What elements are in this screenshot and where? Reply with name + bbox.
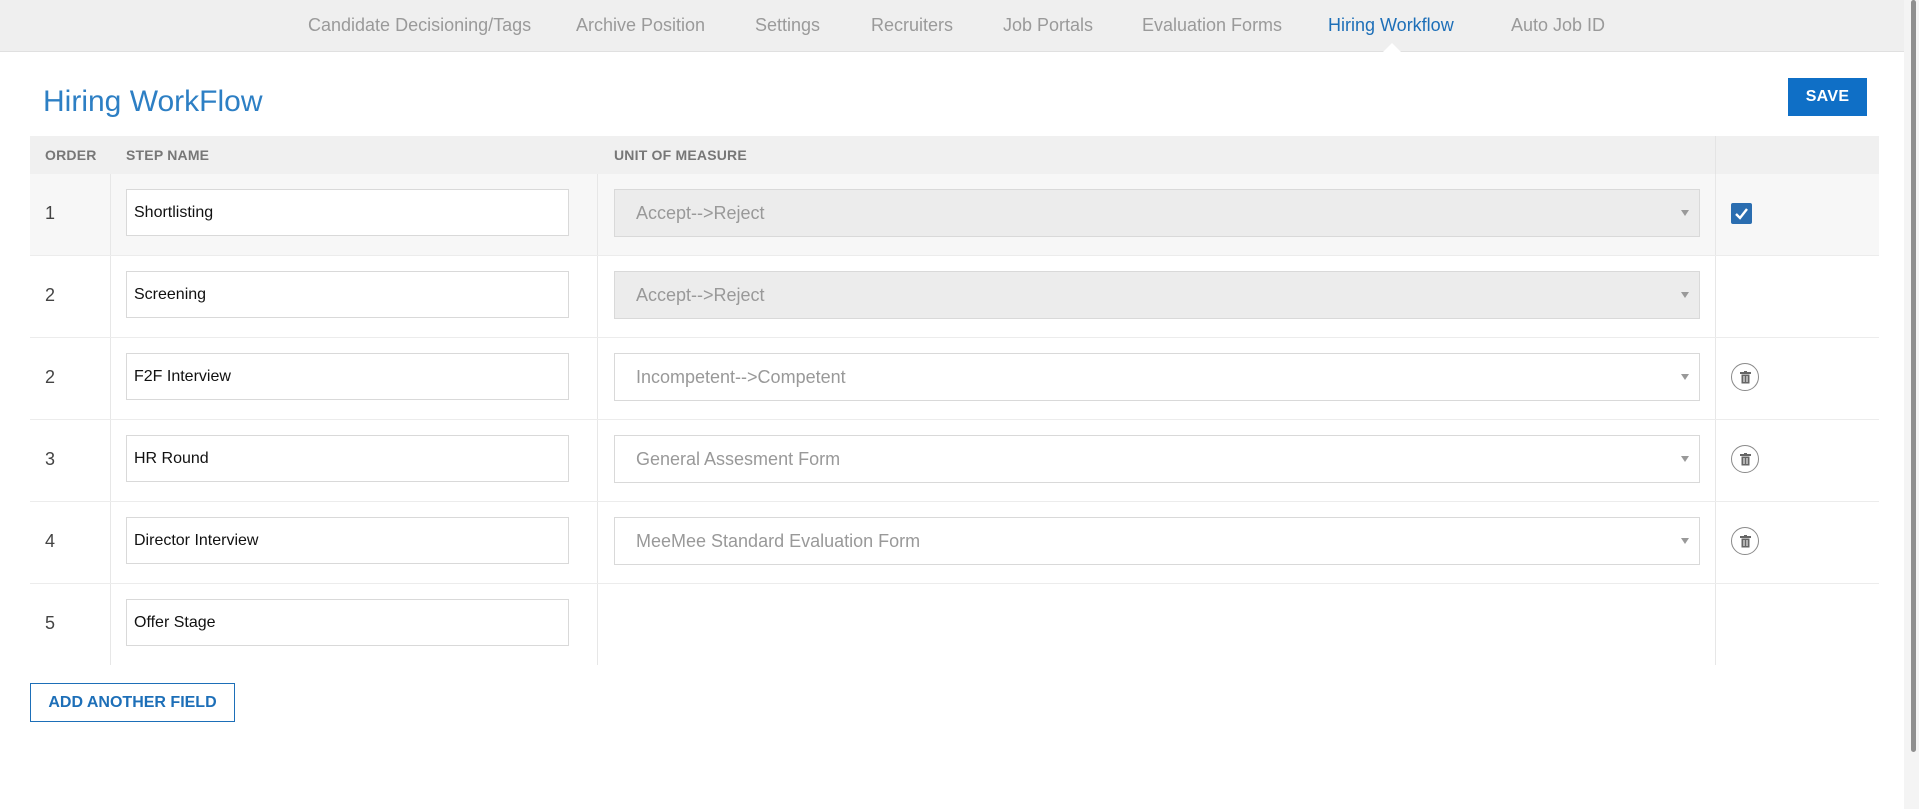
page-title: Hiring WorkFlow [43, 85, 263, 118]
table-row: 5 [30, 584, 1879, 665]
unit-of-measure-select[interactable]: Accept-->Reject [614, 189, 1700, 237]
step-name-input[interactable] [126, 599, 569, 646]
step-order: 3 [45, 449, 56, 469]
tab-evaluation-forms[interactable]: Evaluation Forms [1142, 14, 1282, 36]
unit-of-measure-select[interactable]: Accept-->Reject [614, 271, 1700, 319]
scrollbar-thumb[interactable] [1911, 0, 1916, 752]
step-order: 5 [45, 613, 56, 633]
column-divider [597, 502, 598, 583]
column-divider [1715, 338, 1716, 419]
tab-recruiters[interactable]: Recruiters [871, 14, 953, 36]
step-name-input[interactable] [126, 189, 569, 236]
column-header-order: ORDER [45, 147, 97, 163]
table-row: 4 MeeMee Standard Evaluation Form [30, 502, 1879, 584]
table-row: 2 Accept-->Reject [30, 256, 1879, 338]
column-divider [110, 420, 111, 501]
chevron-down-icon [1681, 538, 1689, 544]
unit-of-measure-select[interactable]: General Assesment Form [614, 435, 1700, 483]
column-divider [1715, 136, 1716, 174]
step-enabled-checkbox[interactable] [1731, 203, 1752, 224]
trash-icon [1740, 453, 1751, 466]
unit-of-measure-value: General Assesment Form [636, 449, 841, 469]
step-name-input[interactable] [126, 517, 569, 564]
step-name-input[interactable] [126, 353, 569, 400]
trash-icon [1740, 371, 1751, 384]
column-divider [1715, 174, 1716, 255]
settings-tabs: Candidate Decisioning/Tags Archive Posit… [0, 0, 1919, 51]
settings-top-nav: Candidate Decisioning/Tags Archive Posit… [0, 0, 1919, 52]
check-icon [1735, 208, 1748, 220]
column-divider [597, 420, 598, 501]
column-header-unit-of-measure: UNIT OF MEASURE [614, 147, 747, 163]
step-name-input[interactable] [126, 435, 569, 482]
tab-auto-job-id[interactable]: Auto Job ID [1511, 14, 1605, 36]
unit-of-measure-value: Incompetent-->Competent [636, 367, 846, 387]
hiring-workflow-table: ORDER STEP NAME UNIT OF MEASURE 1 Accept… [30, 136, 1879, 665]
chevron-down-icon [1681, 374, 1689, 380]
active-tab-indicator [1383, 43, 1401, 52]
tab-candidate-decisioning-tags[interactable]: Candidate Decisioning/Tags [308, 14, 531, 36]
table-row: 1 Accept-->Reject [30, 174, 1879, 256]
table-row: 2 Incompetent-->Competent [30, 338, 1879, 420]
unit-of-measure-value: Accept-->Reject [636, 285, 765, 305]
unit-of-measure-select[interactable]: MeeMee Standard Evaluation Form [614, 517, 1700, 565]
column-divider [1715, 502, 1716, 583]
delete-step-button[interactable] [1731, 363, 1759, 391]
step-order: 2 [45, 367, 56, 387]
tab-archive-position[interactable]: Archive Position [576, 14, 705, 36]
column-divider [597, 584, 598, 665]
delete-step-button[interactable] [1731, 445, 1759, 473]
column-divider [110, 584, 111, 665]
column-divider [597, 256, 598, 337]
tab-job-portals[interactable]: Job Portals [1003, 14, 1093, 36]
tab-settings[interactable]: Settings [755, 14, 820, 36]
step-order: 2 [45, 285, 56, 305]
save-button[interactable]: SAVE [1788, 78, 1867, 116]
step-order: 1 [45, 203, 56, 223]
column-divider [1715, 584, 1716, 665]
add-another-field-button[interactable]: ADD ANOTHER FIELD [30, 683, 235, 722]
column-divider [110, 174, 111, 255]
column-divider [597, 174, 598, 255]
table-header: ORDER STEP NAME UNIT OF MEASURE [30, 136, 1879, 174]
tab-hiring-workflow[interactable]: Hiring Workflow [1328, 14, 1454, 36]
delete-step-button[interactable] [1731, 527, 1759, 555]
column-divider [1715, 256, 1716, 337]
step-name-input[interactable] [126, 271, 569, 318]
column-divider [110, 502, 111, 583]
step-order: 4 [45, 531, 56, 551]
trash-icon [1740, 535, 1751, 548]
chevron-down-icon [1681, 292, 1689, 298]
column-header-step-name: STEP NAME [126, 147, 210, 163]
column-divider [110, 256, 111, 337]
column-divider [110, 338, 111, 419]
table-row: 3 General Assesment Form [30, 420, 1879, 502]
unit-of-measure-value: Accept-->Reject [636, 203, 765, 223]
unit-of-measure-value: MeeMee Standard Evaluation Form [636, 531, 921, 551]
column-divider [1715, 420, 1716, 501]
chevron-down-icon [1681, 210, 1689, 216]
chevron-down-icon [1681, 456, 1689, 462]
unit-of-measure-select[interactable]: Incompetent-->Competent [614, 353, 1700, 401]
column-divider [597, 338, 598, 419]
